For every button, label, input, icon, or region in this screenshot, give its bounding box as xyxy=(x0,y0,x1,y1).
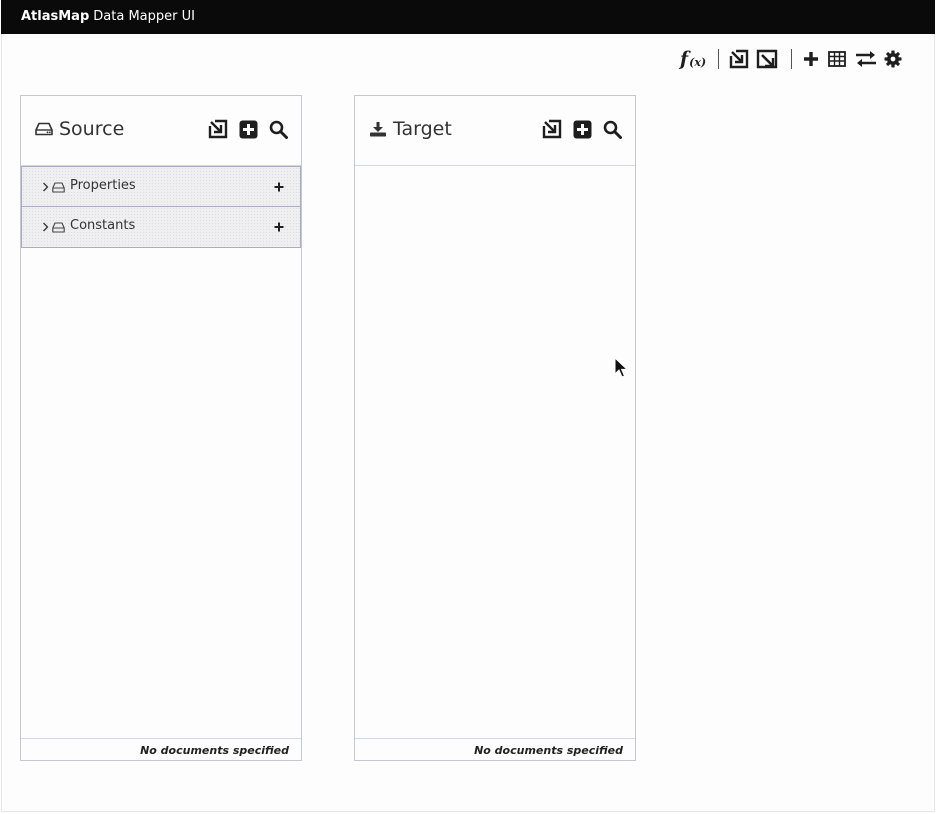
document-name: Constants xyxy=(70,218,136,233)
hdd-icon xyxy=(35,122,53,136)
hdd-icon xyxy=(52,180,66,194)
brand-name: AtlasMap xyxy=(21,9,90,24)
download-icon xyxy=(369,121,387,137)
brand: AtlasMap Data Mapper UI xyxy=(21,8,195,26)
toolbar-separator xyxy=(718,49,719,69)
chevron-right-icon[interactable] xyxy=(40,180,50,194)
plus-icon[interactable] xyxy=(800,46,822,72)
target-panel: Target No documents specified xyxy=(354,95,636,761)
target-panel-header: Target xyxy=(355,96,635,166)
source-document-list: Properties Constants xyxy=(21,166,301,248)
function-sub: (x) xyxy=(689,55,707,69)
plus-icon[interactable] xyxy=(272,220,286,234)
target-title-label: Target xyxy=(393,118,452,140)
import-icon[interactable] xyxy=(541,118,563,140)
exchange-icon[interactable] xyxy=(852,46,880,72)
target-footer-text: No documents specified xyxy=(474,744,623,757)
list-item[interactable]: Properties xyxy=(21,166,301,207)
plus-icon[interactable] xyxy=(272,180,286,194)
source-panel-header: Source xyxy=(21,96,301,166)
plus-square-icon[interactable] xyxy=(237,118,259,140)
plus-square-icon[interactable] xyxy=(571,118,593,140)
search-icon[interactable] xyxy=(601,118,623,140)
source-footer: No documents specified xyxy=(21,738,301,760)
function-label: f xyxy=(679,48,689,70)
source-panel: Source Properties Constants No documents… xyxy=(20,95,302,761)
import-icon[interactable] xyxy=(207,118,229,140)
source-title-label: Source xyxy=(59,118,125,140)
mouse-cursor-icon xyxy=(614,357,628,378)
chevron-right-icon[interactable] xyxy=(40,220,50,234)
target-footer: No documents specified xyxy=(355,738,635,760)
source-tools xyxy=(207,118,289,140)
document-name: Properties xyxy=(70,178,136,193)
gear-icon[interactable] xyxy=(880,46,906,72)
export-icon[interactable] xyxy=(751,46,783,72)
masthead: AtlasMap Data Mapper UI xyxy=(1,0,935,34)
toolbar-separator xyxy=(791,49,792,69)
source-title: Source xyxy=(35,116,124,142)
function-icon[interactable]: f (x) xyxy=(676,46,710,72)
import-icon[interactable] xyxy=(727,46,751,72)
main-toolbar: f (x) xyxy=(676,46,906,72)
search-icon[interactable] xyxy=(267,118,289,140)
list-item[interactable]: Constants xyxy=(21,207,301,248)
brand-subtitle: Data Mapper UI xyxy=(93,9,195,24)
target-tools xyxy=(541,118,623,140)
target-title: Target xyxy=(369,116,452,142)
hdd-icon xyxy=(52,220,66,234)
source-footer-text: No documents specified xyxy=(140,744,289,757)
table-icon[interactable] xyxy=(822,46,852,72)
